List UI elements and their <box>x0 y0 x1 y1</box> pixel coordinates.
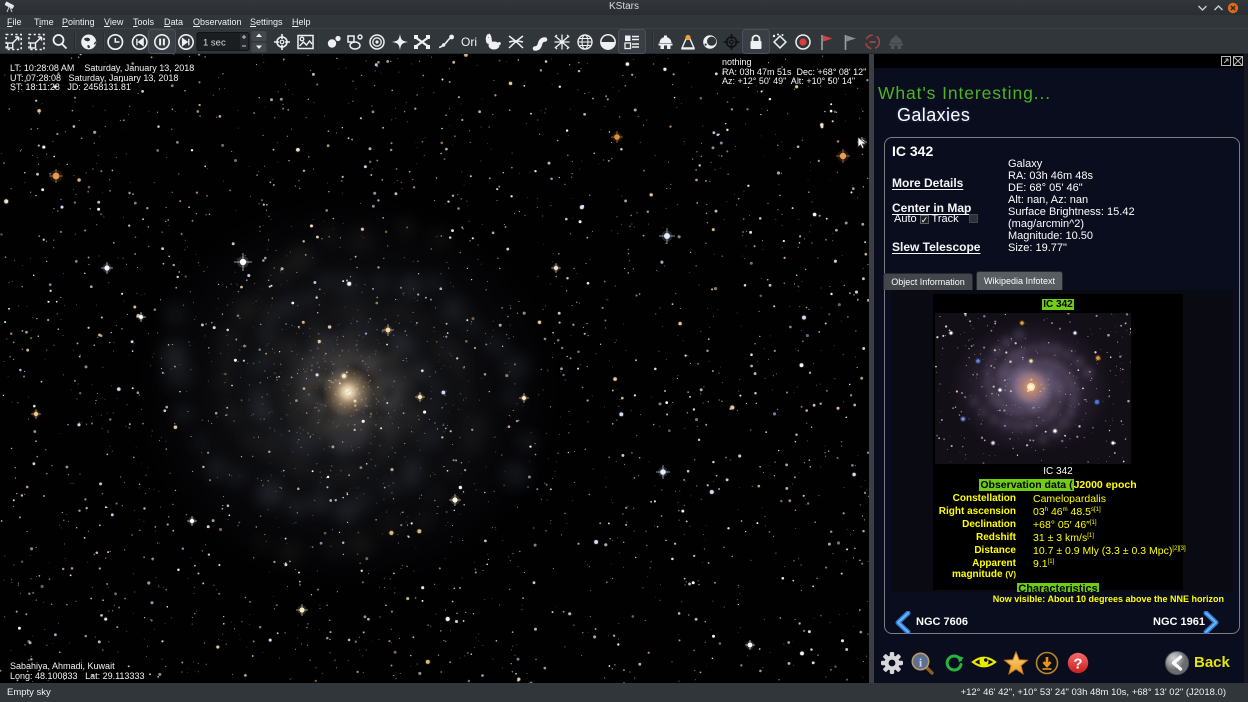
svg-text:1 sec: 1 sec <box>203 38 226 49</box>
svg-text:?: ? <box>1073 656 1082 673</box>
svg-text:Ori: Ori <box>461 35 477 49</box>
